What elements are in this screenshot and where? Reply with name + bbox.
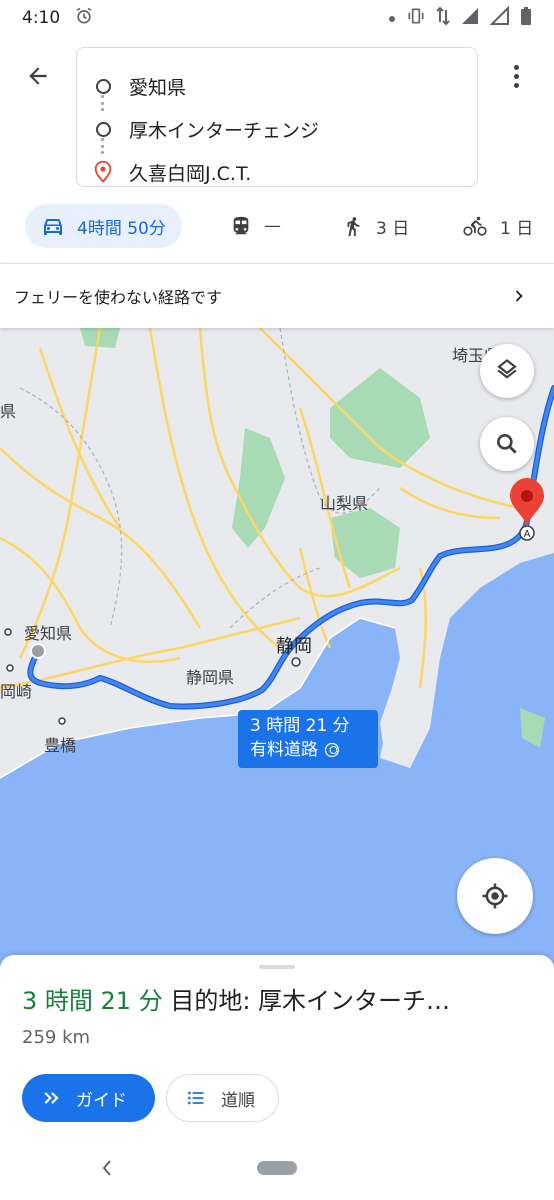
more-options-button[interactable] xyxy=(500,58,532,94)
waypoint-row[interactable]: 厚木インターチェンジ xyxy=(77,109,477,149)
route-badge-type: 有料道路 xyxy=(250,740,318,760)
walk-icon xyxy=(347,217,360,237)
toll-icon xyxy=(324,742,340,758)
park-area xyxy=(330,368,430,468)
status-time: 4:10 xyxy=(22,8,61,28)
layers-button[interactable] xyxy=(480,344,534,398)
more-vert-icon xyxy=(513,64,519,70)
map-view[interactable]: A 埼玉県 県 山梨県 愛知県 静岡 静岡県 岡崎 豊橋 3 時間 21 分 有… xyxy=(0,328,554,968)
data-arrows-icon xyxy=(436,6,450,31)
back-button[interactable] xyxy=(18,56,58,96)
park-area xyxy=(330,508,400,578)
city-dot-icon xyxy=(291,657,301,667)
walk-duration: 3 日 xyxy=(376,218,410,239)
home-pill-icon[interactable] xyxy=(257,1161,297,1175)
guide-button-label: ガイド xyxy=(76,1090,127,1111)
svg-text:A: A xyxy=(524,529,531,540)
search-icon xyxy=(497,434,517,454)
city-dot-icon xyxy=(6,664,14,672)
summary-duration: 3 時間 21 分 xyxy=(22,987,163,1015)
alarm-icon xyxy=(74,6,94,31)
layers-icon xyxy=(497,359,517,379)
summary-distance: 259 km xyxy=(22,1027,91,1048)
battery-icon xyxy=(520,6,532,31)
map-label-aichi: 愛知県 xyxy=(24,624,73,643)
travel-mode-tabs: 4時間 50分 — 3 日 1 日 xyxy=(0,196,554,256)
city-dot-icon xyxy=(58,717,66,725)
signal-empty-icon xyxy=(489,5,510,31)
origin-marker-icon xyxy=(30,643,46,659)
bike-icon xyxy=(463,216,487,236)
arrow-left-icon xyxy=(29,67,47,85)
guide-button[interactable]: ガイド xyxy=(22,1074,155,1122)
destination-row[interactable]: 久喜白岡J.C.T. xyxy=(77,152,477,192)
route-time-badge[interactable]: 3 時間 21 分 有料道路 xyxy=(238,710,378,768)
navigation-chevrons-icon xyxy=(44,1092,59,1104)
route-summary-title: 3 時間 21 分 目的地: 厚木インターチ… xyxy=(22,981,522,1016)
steps-button[interactable]: 道順 xyxy=(166,1074,279,1122)
destination-pin-icon xyxy=(510,478,544,528)
chevron-right-icon xyxy=(515,290,523,302)
signal-icon xyxy=(460,6,480,31)
map-label-edge: 県 xyxy=(0,402,17,421)
waypoint-circle-icon xyxy=(95,121,111,137)
map-label-shizuoka-city: 静岡 xyxy=(276,636,312,657)
dot-icon xyxy=(388,8,396,28)
origin-row[interactable]: 愛知県 xyxy=(77,66,477,106)
tab-drive[interactable]: 4時間 50分 xyxy=(25,204,182,248)
tab-walk[interactable]: 3 日 xyxy=(326,204,425,248)
nav-back-icon[interactable] xyxy=(98,1156,116,1180)
map-label-toyohashi: 豊橋 xyxy=(44,736,77,755)
status-icons xyxy=(388,5,532,31)
map-label-shizuoka-pref: 静岡県 xyxy=(186,668,235,687)
vibrate-icon xyxy=(406,6,426,31)
transit-duration: — xyxy=(264,216,281,236)
map-label-okazaki: 岡崎 xyxy=(0,682,33,701)
tab-bike[interactable]: 1 日 xyxy=(446,204,549,248)
my-location-icon xyxy=(482,883,508,909)
waypoint-label: 厚木インターチェンジ xyxy=(129,119,320,142)
destination-pin-icon xyxy=(94,161,112,183)
car-icon xyxy=(44,219,62,235)
drive-duration: 4時間 50分 xyxy=(77,218,166,239)
steps-button-label: 道順 xyxy=(221,1090,255,1111)
city-dot-icon xyxy=(4,628,12,636)
tab-transit[interactable]: — xyxy=(214,204,297,248)
ferry-notice-text: フェリーを使わない経路です xyxy=(14,288,223,307)
directions-header: 愛知県 厚木インターチェンジ 久喜白岡J.C.T. xyxy=(0,36,554,196)
destination-label: 久喜白岡J.C.T. xyxy=(129,162,252,185)
list-icon xyxy=(188,1091,204,1105)
origin-label: 愛知県 xyxy=(129,76,187,99)
status-bar: 4:10 xyxy=(0,0,554,36)
train-icon xyxy=(233,216,249,235)
origin-circle-icon xyxy=(95,78,111,94)
map-label-yamanashi: 山梨県 xyxy=(320,494,369,513)
sheet-drag-handle[interactable] xyxy=(259,965,295,969)
route-stops-box[interactable]: 愛知県 厚木インターチェンジ 久喜白岡J.C.T. xyxy=(76,47,478,187)
map-search-button[interactable] xyxy=(480,417,534,471)
system-nav-bar xyxy=(0,1150,554,1200)
ferry-notice[interactable]: フェリーを使わない経路です xyxy=(0,264,554,328)
bike-duration: 1 日 xyxy=(500,218,534,239)
route-badge-duration: 3 時間 21 分 xyxy=(250,716,350,736)
my-location-button[interactable] xyxy=(457,858,533,934)
summary-destination: 目的地: 厚木インターチ… xyxy=(162,987,451,1015)
